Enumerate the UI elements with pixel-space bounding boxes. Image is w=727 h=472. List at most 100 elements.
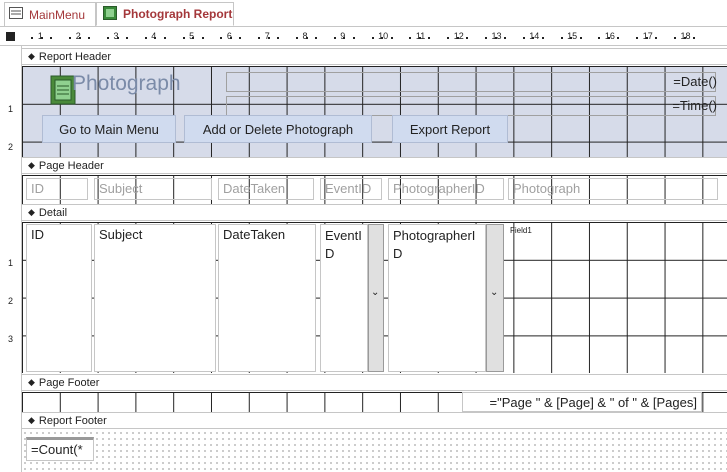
ruler-number: 2 — [75, 31, 81, 41]
ruler-tick — [428, 37, 431, 39]
ruler-tick — [69, 37, 72, 39]
tab-mainmenu[interactable]: MainMenu — [4, 2, 96, 26]
label-eventid[interactable]: EventID — [320, 178, 382, 200]
count-field[interactable]: =Count(* — [26, 437, 94, 461]
label-datetaken[interactable]: DateTaken — [218, 178, 314, 200]
field-id[interactable]: ID — [26, 224, 92, 372]
chevron-down-icon: ⌄ — [371, 287, 380, 298]
ruler-tick — [371, 37, 374, 39]
ruler-tick — [522, 37, 525, 39]
time-frame — [226, 96, 716, 116]
label-subject[interactable]: Subject — [94, 178, 212, 200]
ruler-tick — [163, 37, 166, 39]
ruler-tick — [381, 37, 384, 39]
ruler-tick — [78, 37, 81, 39]
ruler-tick — [607, 37, 610, 39]
ruler-tick — [598, 37, 601, 39]
ruler-tick — [296, 37, 299, 39]
section-arrow-icon: ◆ — [28, 415, 35, 425]
ruler-tick — [570, 37, 573, 39]
field-eventid[interactable]: EventI D — [320, 224, 368, 372]
page-number-field[interactable]: ="Page " & [Page] & " of " & [Pages] — [462, 392, 702, 412]
ruler-tick — [418, 37, 421, 39]
ruler-tick — [674, 37, 677, 39]
tab-photograph-report[interactable]: Photograph Report — [96, 2, 234, 26]
ruler-number: 8 — [302, 31, 308, 41]
ruler-tick — [201, 37, 204, 39]
ruler-tick — [503, 37, 506, 39]
ruler-tick — [466, 37, 469, 39]
ruler-tick — [277, 37, 280, 39]
ruler-tick — [485, 37, 488, 39]
ruler-tick — [50, 37, 53, 39]
date-field[interactable]: =Date() — [673, 74, 717, 89]
ruler-tick — [107, 37, 110, 39]
vertical-ruler-number: 3 — [8, 334, 14, 344]
section-bar-page-footer[interactable]: ◆ Page Footer — [22, 374, 727, 391]
ruler-tick — [192, 37, 195, 39]
ruler-tick — [447, 37, 450, 39]
ruler-tick — [154, 37, 157, 39]
ruler-number: 5 — [189, 31, 195, 41]
ruler-tick — [692, 37, 695, 39]
ruler-tick — [343, 37, 346, 39]
field-photographerid[interactable]: PhotographerI D — [388, 224, 486, 372]
field-datetaken[interactable]: DateTaken — [218, 224, 316, 372]
ruler-tick — [352, 37, 355, 39]
report-title[interactable]: Photograph — [72, 72, 181, 96]
vertical-ruler-number: 1 — [8, 104, 14, 114]
ruler-tick — [258, 37, 261, 39]
section-bar-page-header[interactable]: ◆ Page Header — [22, 157, 727, 174]
ruler-number: 12 — [453, 31, 464, 41]
ruler-tick — [683, 37, 686, 39]
report-footer-area[interactable] — [22, 430, 727, 472]
ruler-tick — [409, 37, 412, 39]
ruler-tick — [456, 37, 459, 39]
eventid-combo-arrow[interactable]: ⌄ — [368, 224, 384, 372]
ruler-number: 14 — [529, 31, 540, 41]
ruler-tick — [494, 37, 497, 39]
vertical-ruler-number: 2 — [8, 142, 14, 152]
ruler-tick — [220, 37, 223, 39]
ruler-tick — [333, 37, 336, 39]
ruler-number: 9 — [340, 31, 346, 41]
ruler-tick — [267, 37, 270, 39]
ruler-number: 16 — [604, 31, 615, 41]
ruler-number: 10 — [378, 31, 389, 41]
ruler-tick — [125, 37, 128, 39]
ruler-tick — [88, 37, 91, 39]
section-bar-report-footer[interactable]: ◆ Report Footer — [22, 412, 727, 429]
ruler-tick — [229, 37, 232, 39]
ruler-number: 7 — [264, 31, 270, 41]
section-bar-detail[interactable]: ◆ Detail — [22, 204, 727, 221]
section-bar-report-header[interactable]: ◆ Report Header — [22, 48, 727, 65]
ruler-tick — [560, 37, 563, 39]
label-photographerid[interactable]: PhotographerID — [388, 178, 504, 200]
label-photograph[interactable]: Photograph — [508, 178, 718, 200]
ruler-tick — [144, 37, 147, 39]
add-or-delete-photograph-button[interactable]: Add or Delete Photograph — [184, 115, 372, 143]
go-to-main-menu-button[interactable]: Go to Main Menu — [42, 115, 176, 143]
label-id[interactable]: ID — [26, 178, 88, 200]
field-subject[interactable]: Subject — [94, 224, 216, 372]
ruler-tick — [239, 37, 242, 39]
ruler-tick — [40, 37, 43, 39]
time-field[interactable]: =Time() — [672, 98, 717, 113]
ruler-tick — [645, 37, 648, 39]
photographerid-combo-arrow[interactable]: ⌄ — [486, 224, 504, 372]
image-field-label[interactable]: Field1 — [510, 226, 532, 235]
ruler-number: 6 — [226, 31, 232, 41]
ruler-corner-icon — [6, 32, 15, 41]
tab-label: Photograph Report — [123, 7, 233, 21]
ruler-tick — [636, 37, 639, 39]
ruler-tick — [541, 37, 544, 39]
ruler-tick — [182, 37, 185, 39]
ruler-tick — [31, 37, 34, 39]
ruler-tick — [617, 37, 620, 39]
ruler-tick — [116, 37, 119, 39]
form-icon — [9, 7, 23, 22]
ruler-number: 3 — [113, 31, 119, 41]
export-report-button[interactable]: Export Report — [392, 115, 508, 143]
title-frame — [226, 72, 716, 92]
section-arrow-icon: ◆ — [28, 207, 35, 217]
